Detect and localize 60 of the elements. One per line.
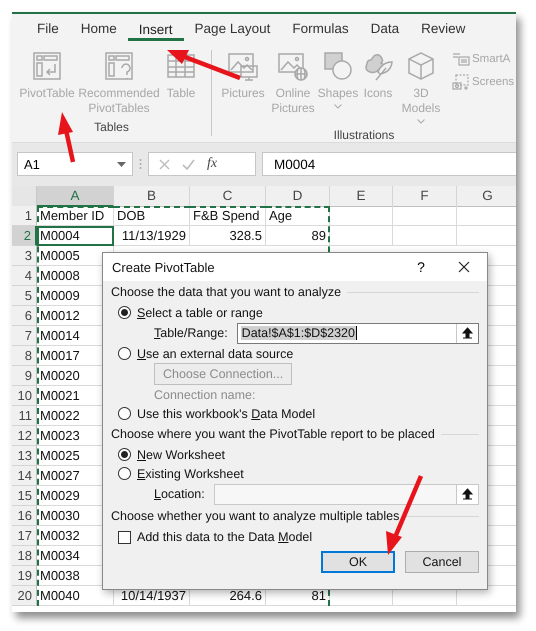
radio-label[interactable]: Existing Worksheet — [137, 466, 244, 480]
ribbon-tab[interactable]: Data — [360, 15, 410, 43]
row-header[interactable]: 1 — [12, 206, 37, 226]
ribbon-tab[interactable]: Insert — [128, 17, 184, 41]
table-cell: 11/13/1929 — [114, 226, 190, 246]
group-label: Illustrations — [332, 128, 396, 142]
row-header[interactable]: 15 — [12, 486, 37, 506]
column-header[interactable]: D — [266, 186, 330, 207]
row-header[interactable]: 12 — [12, 426, 37, 446]
ribbon-tab[interactable]: Home — [70, 15, 128, 43]
row-header[interactable]: 20 — [12, 586, 37, 606]
ribbon-tab[interactable]: Page Layout — [184, 15, 282, 43]
column-header[interactable]: C — [190, 186, 266, 207]
row-header[interactable]: 19 — [12, 566, 37, 586]
dialog-button[interactable]: Cancel — [405, 551, 479, 573]
column-header[interactable]: G — [457, 186, 516, 207]
row-header[interactable]: 16 — [12, 506, 37, 526]
field-label: Location: — [154, 487, 205, 501]
section-heading: Choose the data that you want to analyze — [111, 285, 342, 299]
row-header[interactable]: 9 — [12, 366, 37, 386]
field-label: Table/Range: — [154, 326, 228, 340]
row-header[interactable]: 8 — [12, 346, 37, 366]
row-header[interactable]: 6 — [12, 306, 37, 326]
row-header[interactable]: 7 — [12, 326, 37, 346]
row-header[interactable]: 11 — [12, 406, 37, 426]
row-header[interactable]: 2 — [12, 226, 37, 246]
formula-field[interactable]: M0004 — [262, 152, 516, 176]
row-header[interactable]: 3 — [12, 246, 37, 266]
name-box[interactable]: A1 — [17, 152, 133, 176]
radio-label[interactable]: Use this workbook's Data Model — [137, 406, 316, 420]
section-heading: Choose where you want the PivotTable report to be placed — [111, 427, 435, 441]
checkbox-label[interactable]: Add this data to the Data Model — [137, 530, 312, 544]
row-header[interactable]: 13 — [12, 446, 37, 466]
table-cell: 89 — [266, 226, 330, 246]
connection-name-label: Connection name: — [154, 388, 256, 402]
radio-label[interactable]: New Worksheet — [137, 448, 225, 462]
help-button[interactable]: ? — [401, 258, 441, 276]
row-header[interactable]: 4 — [12, 266, 37, 286]
row-header[interactable]: 10 — [12, 386, 37, 406]
column-header[interactable]: A — [37, 186, 114, 207]
radio-label[interactable]: Select a table or range — [137, 306, 263, 320]
input-field[interactable]: Data!$A$1:$D$2320 — [236, 322, 479, 344]
ribbon-tab[interactable]: File — [26, 15, 70, 43]
row-header[interactable]: 17 — [12, 526, 37, 546]
insert-function-button[interactable]: fx — [207, 156, 218, 172]
group-label: Tables — [93, 120, 130, 136]
table-cell: 328.5 — [190, 226, 266, 246]
radio-label[interactable]: Use an external data source — [137, 346, 294, 360]
section-heading: Choose whether you want to analyze multiple tables — [111, 509, 400, 523]
column-header[interactable]: E — [330, 186, 393, 207]
table-cell: M0004 — [37, 226, 114, 246]
row-header[interactable]: 18 — [12, 546, 37, 566]
row-header[interactable]: 14 — [12, 466, 37, 486]
ribbon-tab[interactable]: Formulas — [281, 15, 360, 43]
dialog-title: Create PivotTable — [112, 260, 216, 274]
column-header[interactable]: B — [114, 186, 190, 207]
row-header[interactable]: 5 — [12, 286, 37, 306]
column-header[interactable]: F — [393, 186, 457, 207]
dialog-button[interactable]: OK — [321, 551, 395, 573]
ribbon-tab[interactable]: Review — [410, 15, 476, 43]
